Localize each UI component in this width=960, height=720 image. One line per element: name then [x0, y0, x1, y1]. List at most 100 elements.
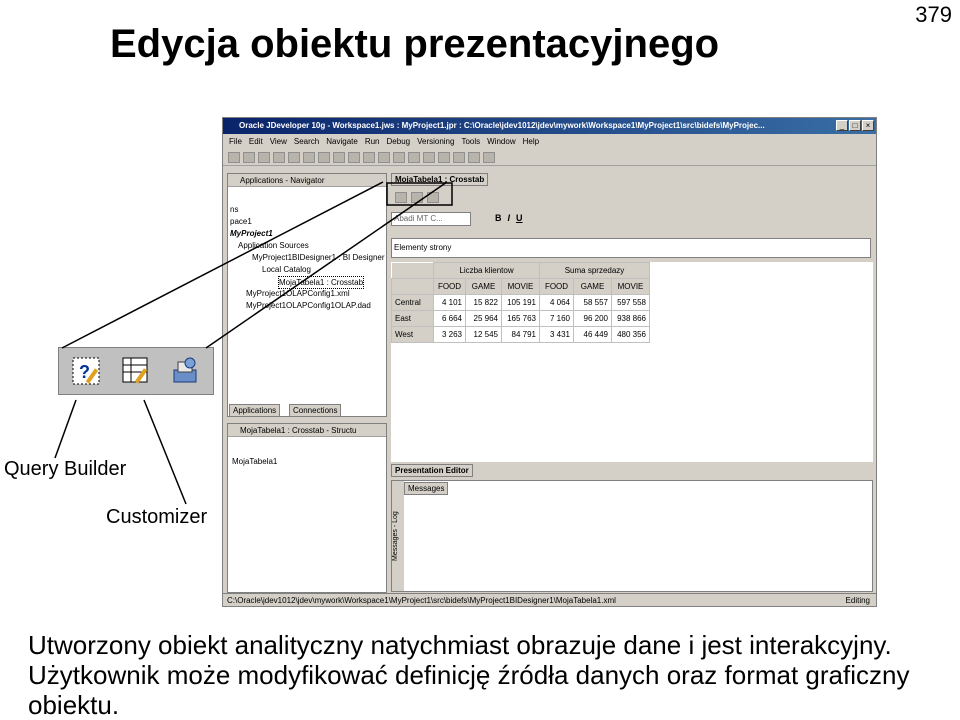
cell[interactable]: 84 791 [501, 326, 540, 343]
tree-item[interactable]: Local Catalog [262, 264, 311, 275]
debug-icon[interactable] [408, 152, 420, 163]
column-header[interactable]: MOVIE [501, 278, 540, 295]
stop-icon[interactable] [468, 152, 480, 163]
tab-applications[interactable]: Applications [229, 404, 281, 417]
customizer-icon[interactable] [118, 353, 154, 389]
row-header[interactable]: East [391, 310, 434, 327]
tab-presentation-editor[interactable]: Presentation Editor [391, 464, 473, 477]
cell[interactable]: 4 101 [433, 294, 466, 311]
cell[interactable]: 12 545 [465, 326, 502, 343]
cell[interactable]: 3 431 [539, 326, 574, 343]
menu-versioning[interactable]: Versioning [417, 135, 454, 149]
status-bar: C:\Oracle\jdev1012\jdev\mywork\Workspace… [223, 593, 876, 606]
open-icon[interactable] [243, 152, 255, 163]
save-all-icon[interactable] [273, 152, 285, 163]
editor-tab[interactable]: MojaTabela1 : Crosstab [391, 173, 489, 186]
customizer-icon[interactable] [411, 191, 423, 203]
redo-icon[interactable] [348, 152, 360, 163]
profile-icon[interactable] [423, 152, 435, 163]
cell[interactable]: 165 763 [501, 310, 540, 327]
menu-view[interactable]: View [270, 135, 287, 149]
table-row: Central 4 101 15 822 105 191 4 064 58 55… [391, 294, 650, 311]
structure-title: MojaTabela1 : Crosstab - Structu [228, 424, 386, 437]
column-header[interactable]: FOOD [433, 278, 466, 295]
rebuild-icon[interactable] [378, 152, 390, 163]
row-header[interactable]: Central [391, 294, 434, 311]
page-number: 379 [915, 2, 952, 27]
cell[interactable]: 480 356 [611, 326, 650, 343]
cut-icon[interactable] [288, 152, 300, 163]
measure-header[interactable]: Suma sprzedazy [539, 262, 650, 279]
menu-tools[interactable]: Tools [461, 135, 480, 149]
cell[interactable]: 3 263 [433, 326, 466, 343]
editor-toolbar [391, 188, 473, 206]
cell[interactable]: 15 822 [465, 294, 502, 311]
paste-icon[interactable] [318, 152, 330, 163]
cell[interactable]: 4 064 [539, 294, 574, 311]
tree-item[interactable]: MyProject1OLAPConfig1OLAP.dad [246, 300, 371, 311]
data-source-icon[interactable] [167, 353, 203, 389]
structure-item[interactable]: MojaTabela1 [232, 456, 277, 467]
messages-log-tab[interactable]: Messages - Log [392, 481, 404, 591]
tree-item[interactable]: MyProject1 [230, 228, 273, 239]
pause-icon[interactable] [453, 152, 465, 163]
maximize-button[interactable]: □ [849, 120, 861, 131]
minimize-button[interactable]: _ [836, 120, 848, 131]
step-icon[interactable] [438, 152, 450, 163]
column-header[interactable]: FOOD [539, 278, 574, 295]
underline-icon[interactable]: U [516, 213, 523, 223]
query-builder-icon[interactable] [395, 191, 407, 203]
data-source-icon[interactable] [427, 191, 439, 203]
cell[interactable]: 46 449 [573, 326, 612, 343]
make-icon[interactable] [363, 152, 375, 163]
delete-icon[interactable] [483, 152, 495, 163]
slide-caption: Utworzony obiekt analityczny natychmiast… [28, 630, 948, 720]
window-buttons: _ □ × [836, 120, 874, 131]
font-combo[interactable]: Abadi MT C... [391, 212, 471, 226]
menu-bar: File Edit View Search Navigate Run Debug… [223, 135, 876, 149]
cell[interactable]: 597 558 [611, 294, 650, 311]
menu-run[interactable]: Run [365, 135, 380, 149]
run-icon[interactable] [393, 152, 405, 163]
menu-navigate[interactable]: Navigate [326, 135, 358, 149]
tab-connections[interactable]: Connections [289, 404, 342, 417]
menu-window[interactable]: Window [487, 135, 515, 149]
tree-item[interactable]: ns [230, 204, 238, 215]
element-label: Elementy strony [394, 243, 452, 252]
tree-item[interactable]: pace1 [230, 216, 252, 227]
jdeveloper-window: Oracle JDeveloper 10g - Workspace1.jws :… [222, 117, 877, 607]
copy-icon[interactable] [303, 152, 315, 163]
close-button[interactable]: × [862, 120, 874, 131]
column-header[interactable]: GAME [465, 278, 502, 295]
undo-icon[interactable] [333, 152, 345, 163]
callout-customizer: Customizer [106, 506, 208, 528]
menu-edit[interactable]: Edit [249, 135, 263, 149]
new-icon[interactable] [228, 152, 240, 163]
italic-icon[interactable]: I [508, 213, 511, 223]
row-header[interactable]: West [391, 326, 434, 343]
tree-item[interactable]: MyProject1OLAPConfig1.xml [246, 288, 350, 299]
caption-line: Użytkownik może modyfikować definicję źr… [28, 660, 910, 690]
column-header[interactable]: MOVIE [611, 278, 650, 295]
cell[interactable]: 25 964 [465, 310, 502, 327]
structure-pane: MojaTabela1 : Crosstab - Structu MojaTab… [227, 423, 387, 593]
menu-debug[interactable]: Debug [387, 135, 411, 149]
tab-messages[interactable]: Messages [404, 482, 449, 495]
menu-file[interactable]: File [229, 135, 242, 149]
tree-item[interactable]: Application Sources [238, 240, 309, 251]
cell[interactable]: 6 664 [433, 310, 466, 327]
tree-item[interactable]: MyProject1BIDesigner1 : BI Designer [252, 252, 385, 263]
menu-search[interactable]: Search [294, 135, 319, 149]
cell[interactable]: 938 866 [611, 310, 650, 327]
cell[interactable]: 105 191 [501, 294, 540, 311]
cell[interactable]: 58 557 [573, 294, 612, 311]
query-builder-icon[interactable]: ? [69, 353, 105, 389]
cell[interactable]: 96 200 [573, 310, 612, 327]
menu-help[interactable]: Help [523, 135, 539, 149]
element-field[interactable]: Elementy strony [391, 238, 871, 258]
column-header[interactable]: GAME [573, 278, 612, 295]
save-icon[interactable] [258, 152, 270, 163]
measure-header[interactable]: Liczba klientow [433, 262, 540, 279]
bold-icon[interactable]: B [495, 213, 502, 223]
cell[interactable]: 7 160 [539, 310, 574, 327]
